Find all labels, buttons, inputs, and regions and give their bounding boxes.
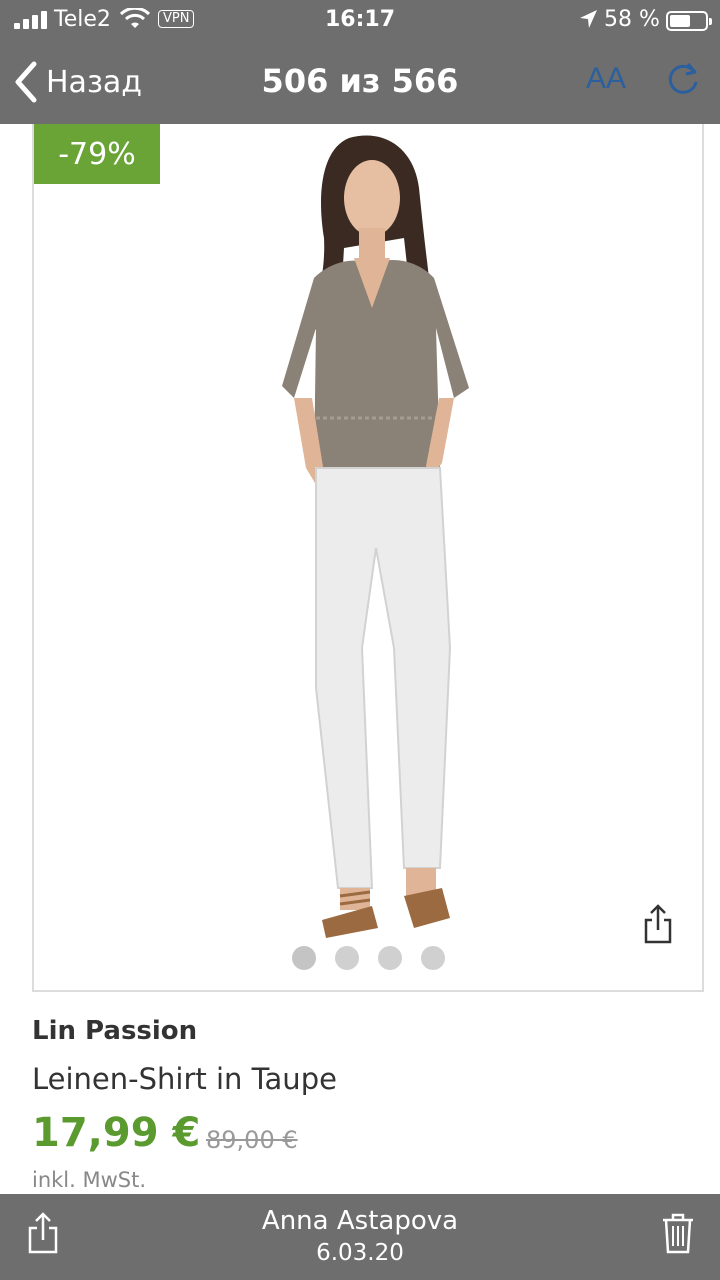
current-price: 17,99 € xyxy=(32,1110,201,1156)
carousel-dot[interactable] xyxy=(421,946,445,970)
photo-author: Anna Astapova xyxy=(261,1206,459,1236)
product-brand[interactable]: Lin Passion xyxy=(32,1016,197,1046)
product-name: Leinen-Shirt in Taupe xyxy=(32,1062,337,1096)
text-size-label: AA xyxy=(586,62,627,95)
battery-percent: 58 % xyxy=(604,7,660,32)
battery-icon xyxy=(666,11,712,31)
carousel-dot[interactable] xyxy=(378,946,402,970)
navigation-bar: Назад 506 из 566 AA xyxy=(0,40,720,124)
carousel-dot[interactable] xyxy=(335,946,359,970)
product-image-carousel[interactable]: -79% xyxy=(32,124,704,992)
product-photo xyxy=(282,135,469,938)
carousel-pagination xyxy=(292,946,445,970)
text-size-button[interactable]: AA xyxy=(586,62,626,96)
bottom-overlay: Anna Astapova 6.03.20 xyxy=(0,1194,720,1280)
original-price: 89,00 € xyxy=(206,1126,298,1154)
status-bar: Tele2 VPN 16:17 58 % xyxy=(0,0,720,40)
top-overlay: Tele2 VPN 16:17 58 % Назад 506 из 566 AA xyxy=(0,0,720,124)
location-arrow-icon xyxy=(580,10,597,28)
carousel-dot[interactable] xyxy=(292,946,316,970)
share-icon[interactable] xyxy=(642,904,674,944)
photo-date: 6.03.20 xyxy=(316,1240,404,1266)
reload-icon[interactable] xyxy=(664,60,702,98)
trash-icon[interactable] xyxy=(660,1212,696,1254)
tax-note: inkl. MwSt. xyxy=(32,1168,147,1192)
discount-badge: -79% xyxy=(34,124,160,184)
